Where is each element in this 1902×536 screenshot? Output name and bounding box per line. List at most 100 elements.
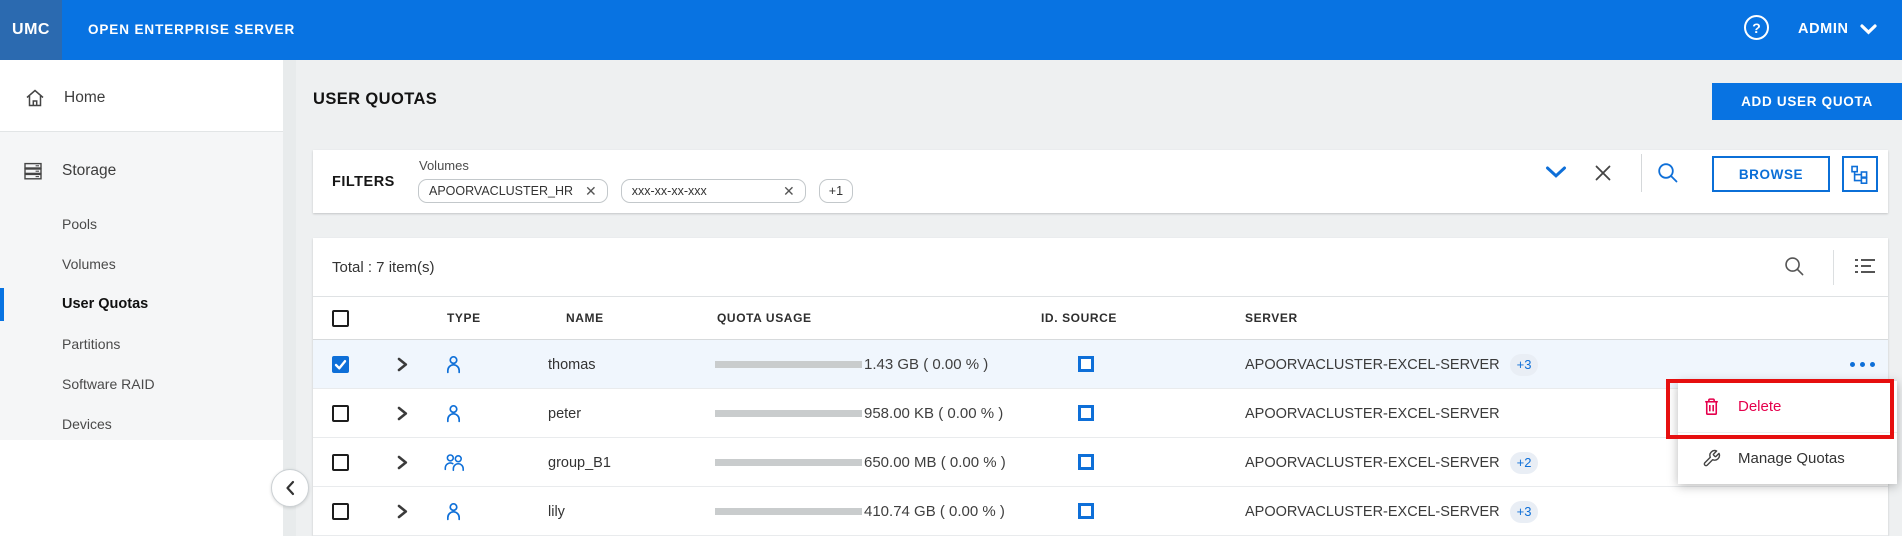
- total-count-label: Total : 7 item(s): [332, 259, 435, 276]
- sidebar-item-storage[interactable]: Storage: [22, 153, 116, 189]
- storage-section: Storage Pools Volumes User Quotas Partit…: [0, 131, 283, 440]
- chevron-right-expand-icon[interactable]: [395, 406, 409, 421]
- tree-structure-icon[interactable]: [1842, 156, 1878, 192]
- column-header-server[interactable]: SERVER: [1245, 311, 1298, 325]
- group-icon: [443, 452, 466, 473]
- sidebar-item-partitions[interactable]: Partitions: [62, 329, 120, 359]
- divider: [1641, 154, 1642, 192]
- server-cell: APOORVACLUSTER-EXCEL-SERVER +2: [1245, 438, 1539, 487]
- user-icon: [443, 403, 464, 424]
- sidebar-item-label: Home: [64, 89, 106, 106]
- server-cell: APOORVACLUSTER-EXCEL-SERVER +3: [1245, 487, 1539, 536]
- quota-user-name: lily: [548, 503, 565, 520]
- chevron-right-expand-icon[interactable]: [395, 357, 409, 372]
- server-name: APOORVACLUSTER-EXCEL-SERVER: [1245, 356, 1500, 373]
- server-overflow-badge[interactable]: +2: [1509, 451, 1539, 474]
- filter-group-label: Volumes: [419, 158, 469, 173]
- search-icon[interactable]: [1656, 161, 1679, 184]
- close-icon[interactable]: ✕: [585, 184, 597, 198]
- row-checkbox[interactable]: [332, 405, 349, 422]
- quota-user-name: peter: [548, 405, 582, 422]
- filters-label: FILTERS: [332, 173, 395, 190]
- column-header-id-source[interactable]: ID. SOURCE: [1041, 311, 1117, 325]
- user-icon: [443, 501, 464, 522]
- table-row[interactable]: thomas 1.43 GB ( 0.00 % ) APOORVACLUSTER…: [313, 340, 1888, 389]
- square-outline-icon: [1078, 503, 1094, 519]
- sidebar-item-volumes[interactable]: Volumes: [62, 249, 116, 279]
- row-checkbox[interactable]: [332, 454, 349, 471]
- quota-usage-bar: [715, 508, 862, 515]
- filter-chips: APOORVACLUSTER_HR ✕ xxx-xx-xx-xxx ✕ +1: [418, 179, 854, 203]
- admin-user-menu[interactable]: ADMIN: [1798, 0, 1877, 58]
- table-toolbar: Total : 7 item(s): [313, 238, 1888, 297]
- menu-item-label: Delete: [1738, 398, 1782, 415]
- menu-item-delete[interactable]: Delete: [1678, 381, 1897, 432]
- product-title: OPEN ENTERPRISE SERVER: [88, 21, 296, 37]
- table-row[interactable]: group_B1 650.00 MB ( 0.00 % ) APOORVACLU…: [313, 438, 1888, 487]
- close-icon[interactable]: ✕: [783, 184, 795, 198]
- square-outline-icon: [1078, 454, 1094, 470]
- quota-usage-bar: [715, 361, 862, 368]
- filter-chip-overflow[interactable]: +1: [818, 179, 854, 203]
- quota-user-name: group_B1: [548, 454, 611, 471]
- quota-usage-cell: 958.00 KB ( 0.00 % ): [715, 389, 1003, 438]
- top-bar: UMC OPEN ENTERPRISE SERVER ? ADMIN: [0, 0, 1902, 60]
- quota-user-name: thomas: [548, 356, 596, 373]
- sidebar-item-label: Storage: [62, 162, 117, 179]
- search-icon[interactable]: [1783, 255, 1805, 277]
- sidebar-item-user-quotas[interactable]: User Quotas: [62, 289, 148, 319]
- list-settings-icon[interactable]: [1853, 256, 1877, 278]
- table-row[interactable]: peter 958.00 KB ( 0.00 % ) APOORVACLUSTE…: [313, 389, 1888, 438]
- row-checkbox-checked[interactable]: [332, 356, 349, 373]
- server-overflow-badge[interactable]: +3: [1509, 353, 1539, 376]
- sidebar-item-pools[interactable]: Pools: [62, 209, 97, 239]
- filter-chip-label: APOORVACLUSTER_HR: [429, 184, 574, 198]
- quota-usage-cell: 650.00 MB ( 0.00 % ): [715, 438, 1006, 487]
- quota-usage-bar: [715, 410, 862, 417]
- quota-usage-cell: 410.74 GB ( 0.00 % ): [715, 487, 1005, 536]
- server-name: APOORVACLUSTER-EXCEL-SERVER: [1245, 503, 1500, 520]
- filter-chip: xxx-xx-xx-xxx ✕: [620, 179, 806, 203]
- sidebar-item-devices[interactable]: Devices: [62, 409, 112, 439]
- column-header-quota-usage[interactable]: QUOTA USAGE: [717, 311, 812, 325]
- sidebar: Home Storage Pools Volumes User Quotas P…: [0, 60, 283, 536]
- server-cell: APOORVACLUSTER-EXCEL-SERVER +3: [1245, 340, 1539, 389]
- table-header-row: TYPE NAME QUOTA USAGE ID. SOURCE SERVER: [313, 297, 1888, 340]
- sidebar-item-software-raid[interactable]: Software RAID: [62, 369, 155, 399]
- storage-server-icon: [22, 160, 44, 182]
- server-cell: APOORVACLUSTER-EXCEL-SERVER: [1245, 389, 1500, 438]
- select-all-checkbox[interactable]: [332, 310, 349, 327]
- add-user-quota-button[interactable]: ADD USER QUOTA: [1712, 83, 1902, 120]
- server-overflow-badge[interactable]: +3: [1509, 500, 1539, 523]
- chevron-right-expand-icon[interactable]: [395, 455, 409, 470]
- admin-label: ADMIN: [1798, 21, 1849, 37]
- filter-chip: APOORVACLUSTER_HR ✕: [418, 179, 608, 203]
- help-circle-icon[interactable]: ?: [1744, 15, 1769, 40]
- quota-usage-value: 410.74 GB ( 0.00 % ): [864, 503, 1005, 520]
- browse-button[interactable]: BROWSE: [1712, 156, 1830, 192]
- umc-logo: UMC: [0, 0, 62, 60]
- sidebar-collapse-button[interactable]: [271, 469, 309, 507]
- chevron-down-icon: [1859, 23, 1877, 35]
- wrench-icon: [1702, 449, 1721, 468]
- filter-chip-label: xxx-xx-xx-xxx: [631, 184, 707, 198]
- close-icon[interactable]: [1594, 164, 1612, 182]
- sidebar-gutter: [283, 60, 296, 536]
- table-row[interactable]: lily 410.74 GB ( 0.00 % ) APOORVACLUSTER…: [313, 487, 1888, 536]
- user-icon: [443, 354, 464, 375]
- trash-icon: [1702, 397, 1721, 416]
- quota-usage-value: 958.00 KB ( 0.00 % ): [864, 405, 1004, 422]
- column-header-name[interactable]: NAME: [566, 311, 604, 325]
- column-header-type[interactable]: TYPE: [447, 311, 481, 325]
- sidebar-item-home[interactable]: Home: [24, 80, 105, 116]
- user-quotas-table: Total : 7 item(s) TYPE NAME QUOTA USAGE …: [313, 238, 1888, 536]
- filters-bar: FILTERS Volumes APOORVACLUSTER_HR ✕ xxx-…: [313, 150, 1888, 213]
- chevron-right-expand-icon[interactable]: [395, 504, 409, 519]
- chevron-down-icon[interactable]: [1545, 166, 1567, 179]
- umc-application-window: UMC OPEN ENTERPRISE SERVER ? ADMIN Home: [0, 0, 1902, 536]
- quota-usage-value: 650.00 MB ( 0.00 % ): [864, 454, 1006, 471]
- divider: [1833, 250, 1834, 285]
- row-checkbox[interactable]: [332, 503, 349, 520]
- quota-usage-cell: 1.43 GB ( 0.00 % ): [715, 340, 988, 389]
- menu-item-manage-quotas[interactable]: Manage Quotas: [1678, 432, 1897, 483]
